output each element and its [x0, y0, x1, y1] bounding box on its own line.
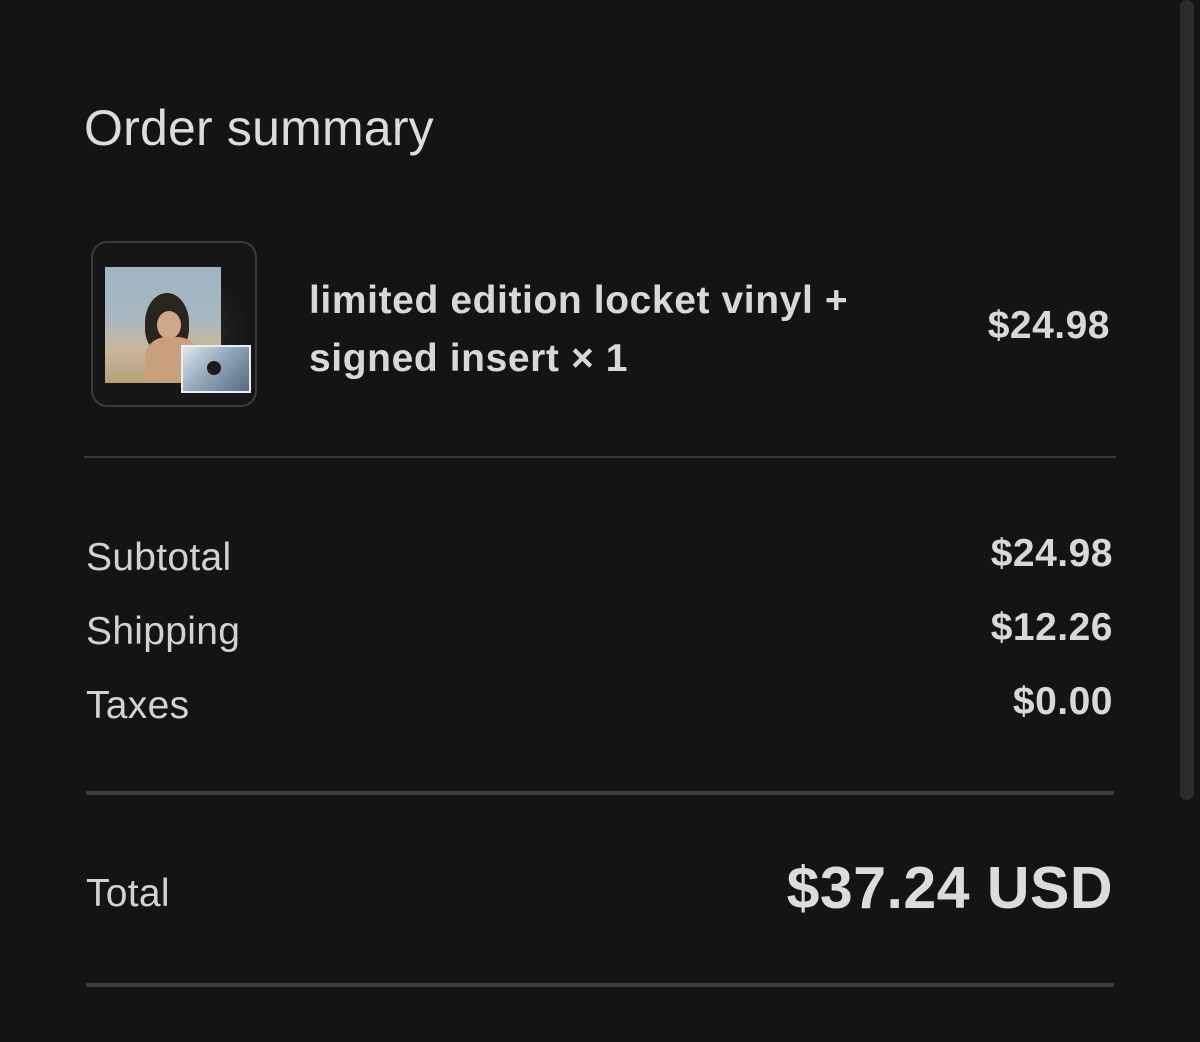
subtotal-label: Subtotal — [86, 536, 232, 579]
total-label: Total — [86, 872, 170, 915]
signed-insert-image — [181, 345, 251, 393]
line-item-price: $24.98 — [987, 304, 1110, 347]
scrollbar[interactable] — [1180, 0, 1194, 800]
line-item-name-line1: limited edition locket vinyl + — [309, 279, 849, 322]
line-item-name-line2: signed insert × 1 — [309, 337, 629, 380]
divider — [86, 983, 1114, 987]
page-title: Order summary — [84, 100, 434, 156]
divider — [84, 456, 1116, 458]
product-image — [105, 267, 251, 395]
taxes-label: Taxes — [86, 684, 190, 727]
shipping-label: Shipping — [86, 610, 241, 653]
subtotal-value: $24.98 — [990, 532, 1113, 575]
line-item-name: limited edition locket vinyl + signed in… — [309, 272, 909, 388]
product-thumbnail — [91, 241, 257, 407]
taxes-value: $0.00 — [1012, 680, 1113, 723]
order-summary-panel: Order summary limited edition locket vin… — [0, 0, 1200, 1042]
shipping-value: $12.26 — [990, 606, 1113, 649]
divider — [86, 791, 1114, 795]
total-value: $37.24 USD — [786, 855, 1113, 921]
